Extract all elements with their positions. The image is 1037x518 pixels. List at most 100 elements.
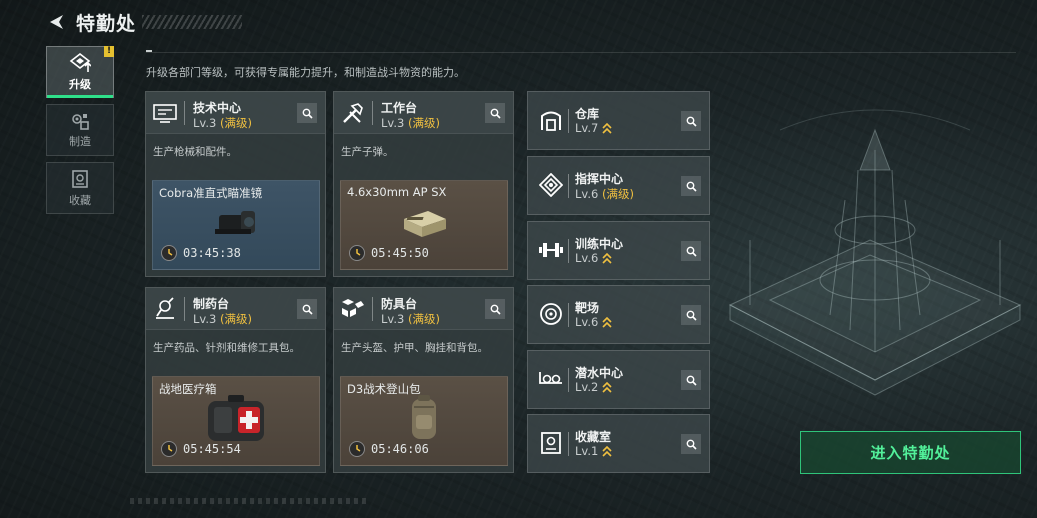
max-level-tag: (满级) (219, 116, 252, 130)
card-divider (372, 101, 373, 125)
shooting-range-icon (540, 303, 562, 325)
footer-decoration (130, 498, 370, 504)
production-card-tech-center[interactable]: 技术中心 Lv.3 (满级) 生产枪械和配件。 Cobra准直式瞄准镜 03:4… (145, 91, 326, 277)
upgrade-available-icon (602, 122, 612, 134)
facility-level: Lv.2 (575, 380, 612, 394)
production-slot[interactable]: D3战术登山包 05:46:06 (340, 376, 508, 466)
nav-item-collection[interactable]: 收藏 (46, 162, 114, 214)
level-text: Lv.3 (381, 312, 405, 326)
facility-icon (536, 428, 566, 458)
facility-icon (536, 299, 566, 329)
facility-level: Lv.6 (575, 315, 612, 329)
inspect-button[interactable] (681, 370, 701, 390)
production-slot[interactable]: Cobra准直式瞄准镜 03:45:38 (152, 180, 320, 270)
page-subtitle: 升级各部门等级，可获得专属能力提升，和制造战斗物资的能力。 (146, 66, 465, 79)
max-level-tag: (满级) (601, 187, 634, 201)
inspect-button[interactable] (485, 299, 505, 319)
backpack-icon (412, 395, 436, 439)
facility-card-command-center[interactable]: 指挥中心 Lv.6 (满级) (527, 156, 710, 215)
production-card-armor-bench[interactable]: 防具台 Lv.3 (满级) 生产头盔、护甲、胸挂和背包。 D3战术登山包 05:… (333, 287, 514, 473)
collection-room-icon (541, 432, 561, 454)
back-button[interactable] (44, 10, 68, 34)
craft-timer: 05:45:50 (349, 245, 429, 261)
facility-description: 生产药品、针剂和维修工具包。 (153, 342, 300, 354)
facility-level: Lv.7 (575, 121, 612, 135)
card-divider (568, 368, 569, 392)
search-icon (686, 181, 697, 192)
card-header: 技术中心 Lv.3 (满级) (146, 92, 325, 134)
inspect-button[interactable] (681, 241, 701, 261)
nav-item-upgrade[interactable]: 升级 ! (46, 46, 114, 98)
command-center-icon (539, 173, 563, 197)
crafting-item-name: 4.6x30mm AP SX (347, 185, 447, 199)
search-icon (686, 116, 697, 127)
enter-button-label: 进入特勤处 (870, 444, 951, 462)
facility-icon (536, 105, 566, 135)
search-icon (490, 304, 501, 315)
card-divider (568, 239, 569, 263)
production-card-pharmacy[interactable]: 制药台 Lv.3 (满级) 生产药品、针剂和维修工具包。 战地医疗箱 05:45… (145, 287, 326, 473)
card-divider (372, 297, 373, 321)
ammo-box-icon (404, 211, 446, 237)
level-text: Lv.6 (575, 187, 599, 201)
upgrade-icon (69, 52, 91, 72)
facility-description: 生产子弹。 (341, 146, 394, 158)
pharmacy-icon (156, 297, 174, 319)
inspect-button[interactable] (297, 103, 317, 123)
timer-text: 05:45:54 (183, 442, 241, 456)
nav-label-upgrade: 升级 (69, 77, 91, 91)
facility-level: Lv.3 (满级) (193, 311, 252, 327)
facility-card-warehouse[interactable]: 仓库 Lv.7 (527, 91, 710, 150)
level-text: Lv.6 (575, 315, 599, 329)
inspect-button[interactable] (485, 103, 505, 123)
timer-icon (349, 441, 365, 457)
base-illustration (728, 109, 1022, 396)
nav-item-craft[interactable]: 制造 (46, 104, 114, 156)
medkit-icon (208, 395, 264, 441)
production-slot[interactable]: 4.6x30mm AP SX 05:45:50 (340, 180, 508, 270)
search-icon (302, 304, 313, 315)
craft-icon (72, 113, 89, 130)
timer-icon (161, 245, 177, 261)
search-icon (686, 246, 697, 257)
card-divider (568, 109, 569, 133)
max-level-tag: (满级) (219, 312, 252, 326)
side-nav: 升级 ! 制造 收藏 (46, 46, 114, 220)
inspect-button[interactable] (681, 305, 701, 325)
inspect-button[interactable] (681, 111, 701, 131)
timer-icon (349, 245, 365, 261)
facility-card-training-center[interactable]: 训练中心 Lv.6 (527, 221, 710, 280)
production-slot[interactable]: 战地医疗箱 05:45:54 (152, 376, 320, 466)
facility-card-diving-center[interactable]: 潜水中心 Lv.2 (527, 350, 710, 409)
production-card-workbench[interactable]: 工作台 Lv.3 (满级) 生产子弹。 4.6x30mm AP SX 05:45… (333, 91, 514, 277)
collection-icon (72, 169, 88, 188)
search-icon (686, 310, 697, 321)
facility-card-shooting-range[interactable]: 靶场 Lv.6 (527, 285, 710, 344)
search-icon (686, 439, 697, 450)
tech-center-icon (153, 104, 177, 123)
warehouse-icon (541, 111, 561, 131)
scope-icon (215, 211, 255, 234)
inspect-button[interactable] (681, 434, 701, 454)
search-icon (490, 108, 501, 119)
upgrade-available-icon (602, 252, 612, 264)
craft-timer: 05:46:06 (349, 441, 429, 457)
card-header: 工作台 Lv.3 (满级) (334, 92, 513, 134)
max-level-tag: (满级) (407, 116, 440, 130)
enter-special-ops-button[interactable]: 进入特勤处 (800, 431, 1021, 474)
facility-name: 潜水中心 (575, 366, 624, 380)
card-divider (568, 174, 569, 198)
level-text: Lv.3 (381, 116, 405, 130)
facility-description: 生产头盔、护甲、胸挂和背包。 (341, 342, 488, 354)
inspect-button[interactable] (297, 299, 317, 319)
card-divider (568, 303, 569, 327)
facility-name: 制药台 (193, 297, 230, 311)
inspect-button[interactable] (681, 176, 701, 196)
card-divider (184, 101, 185, 125)
level-text: Lv.3 (193, 312, 217, 326)
timer-icon (161, 441, 177, 457)
facility-card-collection-room[interactable]: 收藏室 Lv.1 (527, 414, 710, 473)
facility-icon (536, 235, 566, 265)
facility-level: Lv.3 (满级) (193, 115, 252, 131)
upgrade-available-icon (602, 445, 612, 457)
